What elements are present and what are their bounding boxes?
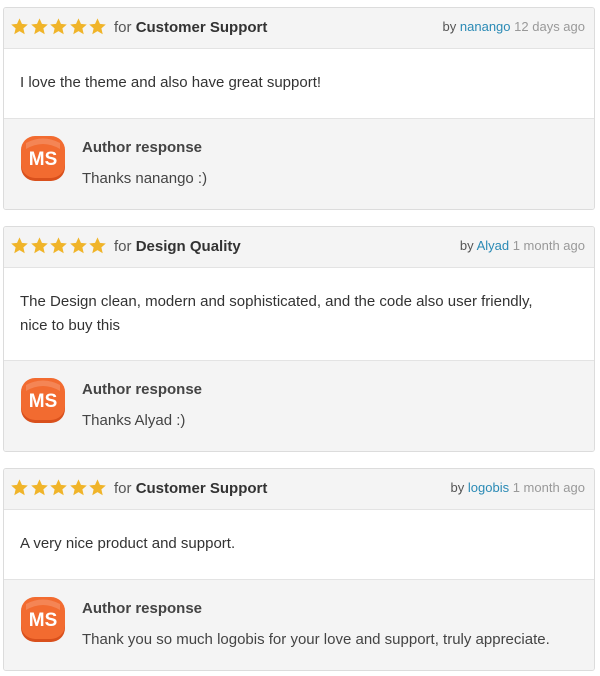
for-label: for [114,238,132,255]
response-text: Thanks nanango :) [82,170,208,187]
author-response: MS Author response Thanks nanango :) [4,119,594,209]
star-icon [30,478,50,498]
username-link[interactable]: logobis [468,480,509,495]
review-category: Customer Support [135,19,268,36]
author-response: MS Author response Thanks Alyad :) [4,361,594,451]
review-text-line: nice to buy this [20,317,121,334]
star-rating [10,477,108,499]
author-avatar: MS [20,377,68,425]
review-time: 1 month ago [512,480,585,495]
star-icon [49,236,69,256]
star-icon [30,236,50,256]
review-category: Customer Support [135,480,268,497]
author-response: MS Author response Thank you so much log… [4,580,594,670]
star-icon [69,236,89,256]
review-category-line: for Design Quality [114,238,241,255]
star-icon [10,236,30,256]
review-header: for Customer Support by logobis 1 month … [4,469,594,510]
by-label: by [442,19,457,34]
star-icon [69,17,89,37]
ms-logo: MS [21,378,65,423]
response-text: Thanks Alyad :) [82,412,186,429]
review-card: for Customer Support by logobis 1 month … [3,468,595,671]
review-category-line: for Customer Support [114,480,267,497]
review-category-line: for Customer Support [114,19,267,36]
review-body: The Design clean, modern and sophisticat… [4,268,594,361]
review-body: A very nice product and support. [4,510,594,580]
author-avatar: MS [20,596,68,644]
username-link[interactable]: Alyad [477,238,510,253]
response-title: Author response [82,139,203,156]
review-header: for Design Quality by Alyad 1 month ago [4,227,594,268]
response-title: Author response [82,381,203,398]
review-text-line: The Design clean, modern and sophisticat… [20,293,533,310]
star-icon [10,17,30,37]
star-rating [10,235,108,257]
author-avatar: MS [20,135,68,183]
review-card: for Customer Support by nanango 12 days … [3,7,595,210]
review-time: 12 days ago [514,19,585,34]
review-card: for Design Quality by Alyad 1 month ago … [3,226,595,452]
by-label: by [450,480,465,495]
by-label: by [459,238,474,253]
review-text-line: A very nice product and support. [20,535,236,552]
ms-logo: MS [21,136,65,181]
for-label: for [114,19,132,36]
review-byline: by logobis 1 month ago [451,480,585,495]
star-icon [69,478,89,498]
star-icon [49,478,69,498]
review-byline: by nanango 12 days ago [443,19,585,34]
response-text: Thank you so much logobis for your love … [82,631,550,648]
review-category: Design Quality [135,238,241,255]
star-icon [10,478,30,498]
username-link[interactable]: nanango [460,19,511,34]
ms-logo: MS [21,597,65,642]
star-icon [88,17,108,37]
response-title: Author response [82,600,203,617]
star-rating [10,16,108,38]
star-icon [49,17,69,37]
star-icon [88,236,108,256]
review-text-line: I love the theme and also have great sup… [20,74,322,91]
svg-text:MS: MS [29,149,58,170]
review-header: for Customer Support by nanango 12 days … [4,8,594,49]
star-icon [30,17,50,37]
star-icon [88,478,108,498]
review-time: 1 month ago [512,238,585,253]
review-body: I love the theme and also have great sup… [4,49,594,119]
svg-text:MS: MS [29,391,58,412]
review-byline: by Alyad 1 month ago [460,238,585,253]
svg-text:MS: MS [29,610,58,631]
for-label: for [114,480,132,497]
